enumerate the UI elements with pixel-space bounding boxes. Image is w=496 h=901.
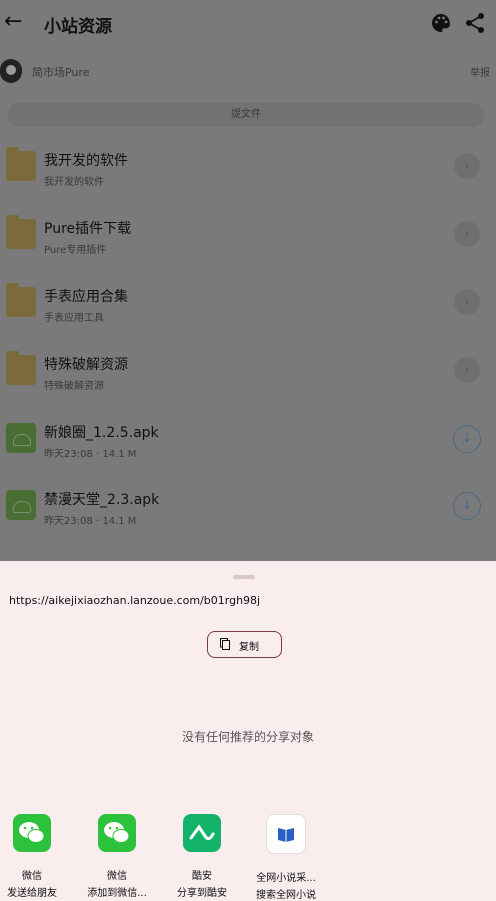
chevron-right-icon[interactable]: › — [454, 153, 480, 179]
item-name: 我开发的软件 — [44, 153, 128, 169]
list-item[interactable]: 新娘圈_1.2.5.apk 昨天23:08 · 14.1 M ↓ — [0, 412, 496, 472]
item-subtitle: 昨天23:08 · 14.1 M — [44, 516, 137, 527]
report-link[interactable]: 举报 — [470, 64, 490, 79]
item-name: 手表应用合集 — [44, 289, 128, 305]
folder-icon — [6, 215, 36, 249]
share-target[interactable]: 酷安 分享到酷安 — [166, 814, 238, 899]
share-target-name: 全网小说采... — [256, 873, 316, 884]
folder-icon — [6, 283, 36, 317]
share-target[interactable]: 微信 发送给朋友 — [0, 814, 68, 899]
drag-handle[interactable] — [233, 575, 255, 579]
book-icon — [266, 814, 306, 854]
item-subtitle: Pure专用插件 — [44, 245, 107, 256]
share-target[interactable]: 全网小说采... 搜索全网小说 — [250, 814, 322, 901]
share-sheet: https://aikejixiaozhan.lanzoue.com/b01rg… — [0, 561, 496, 901]
author-name: 简市场Pure — [32, 66, 90, 79]
share-target-name: 微信 — [107, 871, 127, 882]
item-name: 禁漫天堂_2.3.apk — [44, 492, 160, 508]
author-row[interactable]: 简市场Pure 举报 — [0, 56, 496, 86]
share-target-name: 微信 — [22, 871, 42, 882]
download-icon[interactable]: ↓ — [453, 425, 481, 453]
page-title: 小站资源 — [44, 17, 112, 37]
item-subtitle: 手表应用工具 — [44, 313, 104, 324]
share-target[interactable]: 微信 添加到微信... — [81, 814, 153, 899]
app-bar: ← 小站资源 — [0, 0, 496, 46]
item-subtitle: 特殊破解资源 — [44, 381, 104, 392]
avatar — [0, 59, 22, 83]
android-icon — [6, 423, 36, 453]
share-target-desc: 发送给朋友 — [7, 888, 57, 899]
copy-button[interactable]: 复制 — [207, 631, 282, 658]
android-icon — [6, 490, 36, 520]
share-target-name: 酷安 — [192, 871, 212, 882]
list-item[interactable]: 我开发的软件 我开发的软件 › — [0, 140, 496, 200]
share-target-desc: 分享到酷安 — [177, 888, 227, 899]
share-target-desc: 搜索全网小说 — [256, 890, 316, 901]
palette-icon[interactable] — [431, 13, 451, 33]
copy-label: 复制 — [239, 642, 259, 653]
item-name: 特殊破解资源 — [44, 357, 128, 373]
share-target-desc: 添加到微信... — [87, 888, 147, 899]
download-icon[interactable]: ↓ — [453, 492, 481, 520]
share-icon[interactable] — [464, 12, 486, 34]
empty-state-text: 没有任何推荐的分享对象 — [181, 730, 314, 744]
coolapk-icon — [183, 814, 221, 852]
wechat-icon — [98, 814, 136, 852]
item-subtitle: 昨天23:08 · 14.1 M — [44, 449, 137, 460]
item-name: Pure插件下载 — [44, 221, 132, 237]
list-item[interactable]: Pure插件下载 Pure专用插件 › — [0, 208, 496, 268]
arrow-left-icon[interactable]: ← — [4, 11, 26, 33]
list-item[interactable]: 特殊破解资源 特殊破解资源 › — [0, 344, 496, 404]
chevron-right-icon[interactable]: › — [454, 357, 480, 383]
folder-icon — [6, 147, 36, 181]
page-background: ← 小站资源 简市场Pure 举报 提文件 我开发的软件 我开发的软件 › Pu… — [0, 0, 496, 561]
share-url: https://aikejixiaozhan.lanzoue.com/b01rg… — [9, 594, 261, 607]
chevron-right-icon[interactable]: › — [454, 221, 480, 247]
wechat-icon — [13, 814, 51, 852]
copy-icon — [220, 638, 230, 650]
chevron-right-icon[interactable]: › — [454, 289, 480, 315]
list-item[interactable]: 手表应用合集 手表应用工具 › — [0, 276, 496, 336]
submit-file-button[interactable]: 提文件 — [8, 103, 484, 127]
list-item[interactable]: 禁漫天堂_2.3.apk 昨天23:08 · 14.1 M ↓ — [0, 479, 496, 539]
folder-icon — [6, 351, 36, 385]
item-name: 新娘圈_1.2.5.apk — [44, 425, 159, 441]
item-subtitle: 我开发的软件 — [44, 177, 104, 188]
